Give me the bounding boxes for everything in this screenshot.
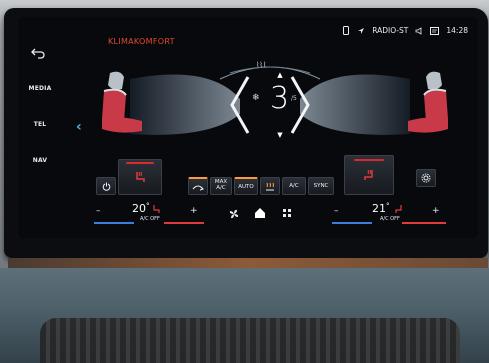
chevron-left-icon[interactable]: ‹	[76, 119, 82, 135]
fan-up-arrow-icon[interactable]: ▲	[275, 71, 285, 79]
bottom-bar: – 20° A/C OFF + – 21° A/C OFF +	[68, 202, 478, 238]
sidebar-item-tel[interactable]: TEL	[20, 121, 60, 128]
status-bar: RADIO-ST 14:28	[342, 26, 468, 35]
max-ac-button[interactable]: MAX A/C	[210, 177, 232, 195]
seat-heat-icon	[364, 169, 373, 180]
fan-blower-icon[interactable]	[228, 208, 240, 220]
passenger-ac-status: A/C OFF	[380, 216, 400, 222]
driver-seat-icon	[102, 71, 142, 133]
phone-icon	[343, 26, 350, 35]
passenger-temp-scale-cold	[332, 222, 372, 224]
sidebar: MEDIA TEL NAV	[18, 17, 62, 238]
passenger-temperature-value: 21	[372, 202, 386, 215]
seat-heat-icon	[136, 171, 145, 182]
page-title: KLIMAKOMFORT	[108, 37, 175, 46]
power-button[interactable]	[96, 177, 116, 195]
message-icon	[430, 26, 440, 35]
passenger-temp-plus-button[interactable]: +	[432, 206, 440, 216]
speaker-icon	[415, 26, 422, 35]
sidebar-item-nav[interactable]: NAV	[20, 157, 60, 164]
clock: 14:28	[446, 26, 468, 35]
driver-ac-status: A/C OFF	[140, 216, 160, 222]
heated-steering-icon	[266, 182, 274, 190]
passenger-temperature: 21°	[372, 202, 390, 215]
home-icon[interactable]	[254, 207, 266, 219]
seat-heat-driver-level	[126, 162, 154, 164]
seat-heat-small-icon	[395, 205, 402, 213]
seat-heat-driver-button[interactable]	[118, 159, 162, 195]
climate-panel: ❄ 3 /5 ▲ ▼	[70, 59, 470, 149]
driver-temperature: 20°	[132, 202, 150, 215]
passenger-temperature-unit: °	[386, 202, 390, 210]
driver-temp-scale-cold	[94, 222, 134, 224]
seat-heat-small-icon	[153, 205, 160, 213]
power-icon	[102, 182, 110, 191]
fan-level-max: /5	[291, 95, 297, 102]
sidebar-item-media[interactable]: MEDIA	[20, 85, 60, 92]
navigation-arrow-icon	[358, 27, 365, 34]
fan-icon: ❄	[252, 93, 260, 103]
sync-button[interactable]: SYNC	[308, 177, 334, 195]
settings-button[interactable]	[416, 169, 436, 187]
dashboard-trim	[8, 258, 488, 268]
defrost-rear-button[interactable]	[260, 177, 280, 195]
fan-level: 3	[270, 81, 290, 116]
passenger-temp-minus-button[interactable]: –	[334, 206, 339, 216]
recirculation-button[interactable]	[188, 177, 208, 195]
driver-temp-minus-button[interactable]: –	[96, 206, 101, 216]
back-icon[interactable]	[30, 47, 46, 59]
defrost-icon[interactable]: ⌇⌇⌇	[256, 61, 266, 69]
driver-temperature-unit: °	[146, 202, 150, 210]
infotainment-screen: MEDIA TEL NAV KLIMAKOMFORT RADIO-ST 14:2…	[18, 17, 478, 238]
ac-button[interactable]: A/C	[282, 177, 306, 195]
air-vent	[40, 318, 460, 363]
fan-down-arrow-icon[interactable]: ▼	[275, 131, 285, 139]
passenger-seat-icon	[408, 71, 448, 133]
passenger-temp-scale-warm	[402, 222, 446, 224]
driver-temperature-value: 20	[132, 202, 146, 215]
driver-temp-plus-button[interactable]: +	[190, 206, 198, 216]
driver-temp-scale-warm	[164, 222, 204, 224]
recirculation-icon	[192, 185, 204, 190]
seat-heat-passenger-level	[354, 159, 384, 161]
auto-button[interactable]: AUTO	[234, 177, 258, 195]
gear-icon	[421, 173, 431, 183]
apps-grid-icon[interactable]	[282, 208, 292, 218]
seat-heat-passenger-button[interactable]	[344, 155, 394, 195]
audio-source: RADIO-ST	[372, 26, 409, 35]
